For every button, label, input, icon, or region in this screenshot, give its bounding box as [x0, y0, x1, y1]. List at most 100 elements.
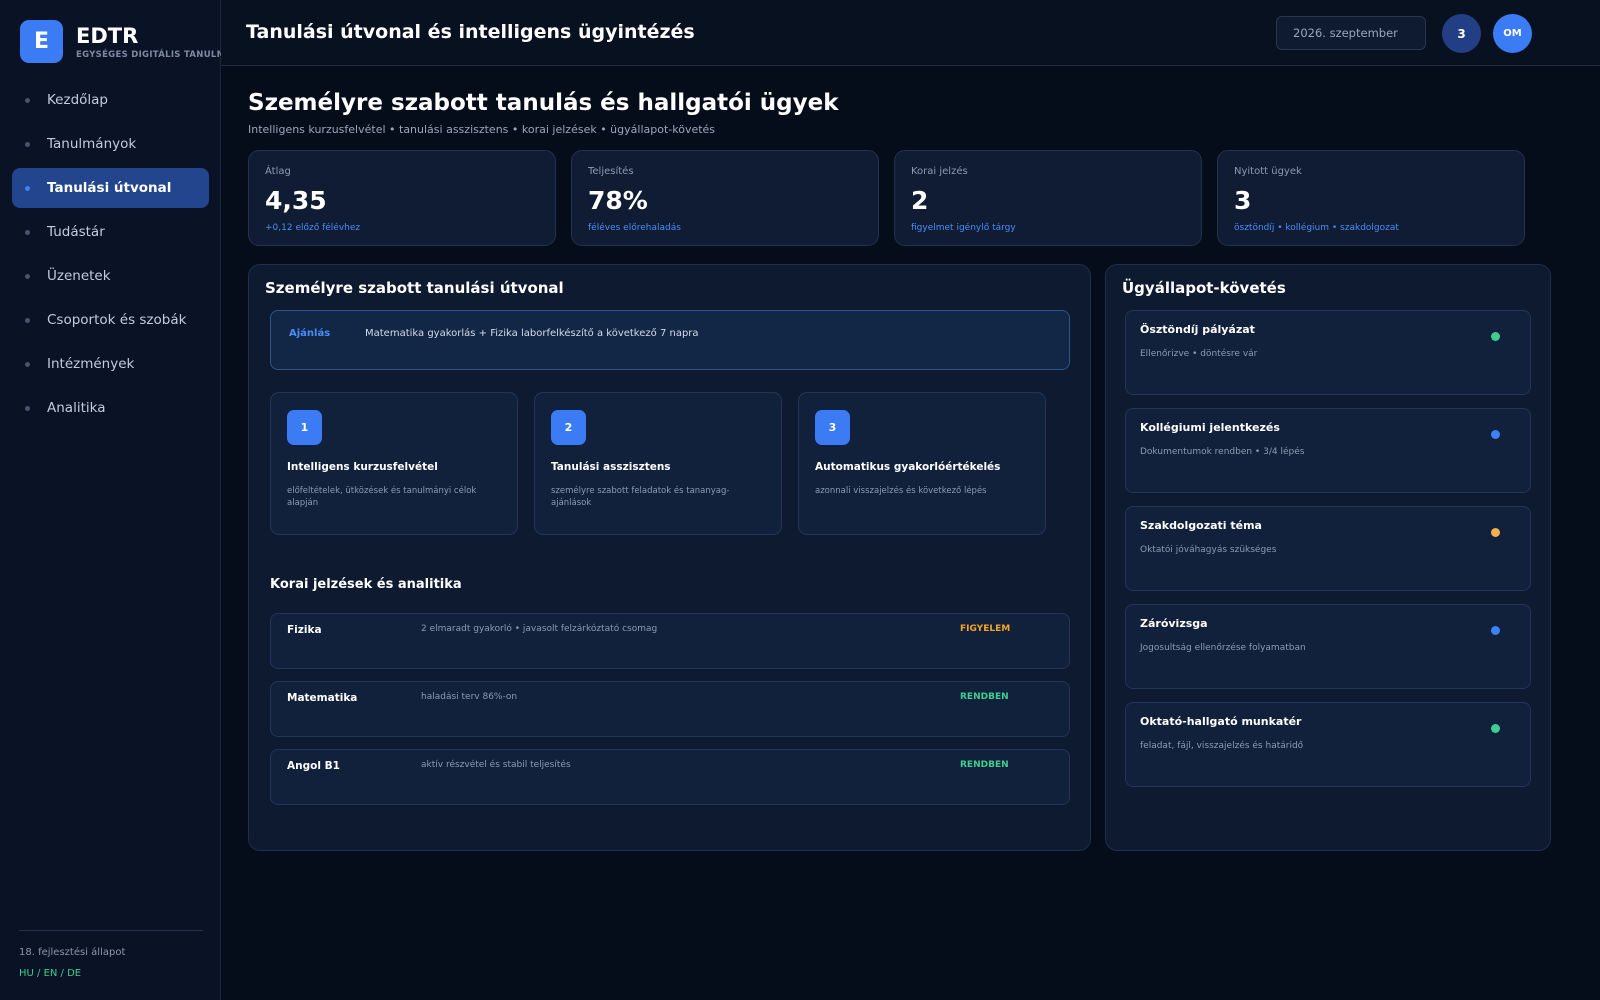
step-number: 1 [287, 410, 322, 445]
sidebar-item-kezdolap[interactable]: Kezdőlap [12, 80, 209, 120]
topbar-title: Tanulási útvonal és intelligens ügyintéz… [246, 21, 695, 43]
bullet-icon [25, 317, 30, 323]
bullet-icon [25, 405, 30, 411]
sidebar-nav: Kezdőlap Tanulmányok Tanulási útvonal Tu… [12, 80, 209, 432]
alert-subject: Fizika [287, 624, 322, 636]
status-badge: RENDBEN [960, 760, 1009, 770]
alert-row-angol[interactable]: Angol B1 aktív részvétel és stabil telje… [270, 749, 1070, 805]
status-badge: RENDBEN [960, 692, 1009, 702]
step-description: előfeltételek, ütközések és tanulmányi c… [287, 486, 477, 508]
alert-subject: Angol B1 [287, 760, 340, 772]
case-description: Ellenőrizve • döntésre vár [1140, 349, 1258, 359]
alert-description: aktív részvétel és stabil teljesítés [421, 760, 571, 770]
sidebar: E EDTR EGYSÉGES DIGITÁLIS TANULMÁNYI REN… [0, 0, 226, 1000]
stat-value: 78% [588, 186, 648, 215]
sidebar-item-tudastar[interactable]: Tudástár [12, 212, 209, 252]
case-card-final-exam[interactable]: Záróvizsga Jogosultság ellenőrzése folya… [1125, 604, 1531, 689]
alert-description: 2 elmaradt gyakorló • javasolt felzárkóz… [421, 624, 658, 634]
step-description: személyre szabott feladatok és tananyag-… [551, 486, 730, 508]
sidebar-item-analitika[interactable]: Analitika [12, 388, 209, 428]
sidebar-item-uzenetek[interactable]: Üzenetek [12, 256, 209, 296]
status-dot-icon [1491, 430, 1500, 439]
step-number: 2 [551, 410, 586, 445]
sidebar-item-label: Analitika [47, 400, 106, 416]
recommendation-banner[interactable]: Ajánlás Matematika gyakorlás + Fizika la… [270, 310, 1070, 370]
bullet-icon [25, 361, 30, 367]
stat-label: Átlag [265, 166, 291, 177]
stat-card-average: Átlag 4,35 +0,12 előző félévhez [248, 150, 556, 246]
sidebar-item-intezmenyek[interactable]: Intézmények [12, 344, 209, 384]
alert-row-fizika[interactable]: Fizika 2 elmaradt gyakorló • javasolt fe… [270, 613, 1070, 669]
stat-value: 2 [911, 186, 929, 215]
case-title: Ösztöndíj pályázat [1140, 323, 1255, 336]
brand-subtitle: EGYSÉGES DIGITÁLIS TANULMÁNYI RENDSZER [76, 50, 226, 60]
status-dot-icon [1491, 724, 1500, 733]
sidebar-item-label: Tanulási útvonal [47, 180, 172, 196]
status-dot-icon [1491, 528, 1500, 537]
sidebar-item-tanulmanyok[interactable]: Tanulmányok [12, 124, 209, 164]
case-title: Kollégiumi jelentkezés [1140, 421, 1280, 434]
step-card-auto-evaluation[interactable]: 3 Automatikus gyakorlóértékelés azonnali… [798, 392, 1046, 535]
bullet-icon [25, 97, 30, 103]
sidebar-item-label: Intézmények [47, 356, 135, 372]
stat-label: Teljesítés [588, 166, 634, 177]
step-card-course-registration[interactable]: 1 Intelligens kurzusfelvétel előfeltétel… [270, 392, 518, 535]
case-description: Oktatói jóváhagyás szükséges [1140, 545, 1277, 555]
status-dot-icon [1491, 626, 1500, 635]
sidebar-item-label: Üzenetek [47, 268, 111, 284]
stat-note: +0,12 előző félévhez [265, 223, 361, 233]
status-dot-icon [1491, 332, 1500, 341]
stat-note: figyelmet igénylő tárgy [911, 223, 1016, 233]
avatar[interactable]: OM [1493, 14, 1532, 53]
brand-logo: E [20, 20, 63, 63]
step-title: Intelligens kurzusfelvétel [287, 461, 438, 473]
step-title: Automatikus gyakorlóértékelés [815, 461, 1001, 473]
bullet-icon [25, 273, 30, 279]
stat-note: féléves előrehaladás [588, 223, 681, 233]
date-selector[interactable]: 2026. szeptember [1276, 16, 1426, 50]
language-switcher[interactable]: HU / EN / DE [19, 968, 203, 979]
stat-value: 3 [1234, 186, 1252, 215]
recommendation-text: Matematika gyakorlás + Fizika laborfelké… [365, 328, 699, 339]
alert-subject: Matematika [287, 692, 358, 704]
alert-row-matematika[interactable]: Matematika haladási terv 86%-on RENDBEN [270, 681, 1070, 737]
stat-note: ösztöndíj • kollégium • szakdolgozat [1234, 223, 1399, 233]
case-description: Jogosultság ellenőrzése folyamatban [1140, 643, 1306, 653]
panel-title: Személyre szabott tanulási útvonal [265, 279, 564, 297]
case-title: Oktató-hallgató munkatér [1140, 715, 1302, 728]
alerts-section-title: Korai jelzések és analitika [270, 577, 462, 592]
stat-card-completion: Teljesítés 78% féléves előrehaladás [571, 150, 879, 246]
bullet-icon [25, 141, 30, 147]
stat-card-early-alert: Korai jelzés 2 figyelmet igénylő tárgy [894, 150, 1202, 246]
sidebar-footer: 18. fejlesztési állapot HU / EN / DE [19, 930, 203, 979]
step-title: Tanulási asszisztens [551, 461, 671, 473]
status-badge: FIGYELEM [960, 624, 1011, 634]
case-card-dormitory[interactable]: Kollégiumi jelentkezés Dokumentumok rend… [1125, 408, 1531, 493]
step-card-learning-assistant[interactable]: 2 Tanulási asszisztens személyre szabott… [534, 392, 782, 535]
case-card-scholarship[interactable]: Ösztöndíj pályázat Ellenőrizve • döntésr… [1125, 310, 1531, 395]
notification-badge[interactable]: 3 [1442, 14, 1481, 53]
brand-name: EDTR [76, 24, 139, 48]
sidebar-item-label: Tudástár [47, 224, 105, 240]
case-tracking-panel: Ügyállapot-követés Ösztöndíj pályázat El… [1105, 264, 1551, 851]
stat-value: 4,35 [265, 186, 327, 215]
case-card-thesis-topic[interactable]: Szakdolgozati téma Oktatói jóváhagyás sz… [1125, 506, 1531, 591]
stat-card-open-cases: Nyitott ügyek 3 ösztöndíj • kollégium • … [1217, 150, 1525, 246]
brand[interactable]: E EDTR EGYSÉGES DIGITÁLIS TANULMÁNYI REN… [20, 20, 226, 63]
sidebar-item-tanulasi-utvonal[interactable]: Tanulási útvonal [12, 168, 209, 208]
bullet-icon [25, 185, 30, 191]
case-description: feladat, fájl, visszajelzés és határidő [1140, 741, 1304, 751]
sidebar-item-label: Tanulmányok [47, 136, 137, 152]
sidebar-item-csoportok[interactable]: Csoportok és szobák [12, 300, 209, 340]
case-title: Szakdolgozati téma [1140, 519, 1262, 532]
stat-label: Nyitott ügyek [1234, 166, 1302, 177]
alert-description: haladási terv 86%-on [421, 692, 518, 702]
development-status: 18. fejlesztési állapot [19, 947, 126, 958]
sidebar-item-label: Kezdőlap [47, 92, 108, 108]
panel-title: Ügyállapot-követés [1122, 279, 1286, 297]
case-card-workspace[interactable]: Oktató-hallgató munkatér feladat, fájl, … [1125, 702, 1531, 787]
recommendation-label: Ajánlás [289, 328, 331, 339]
case-title: Záróvizsga [1140, 617, 1208, 630]
topbar: Tanulási útvonal és intelligens ügyintéz… [221, 0, 1600, 66]
learning-path-panel: Személyre szabott tanulási útvonal Ajánl… [248, 264, 1091, 851]
